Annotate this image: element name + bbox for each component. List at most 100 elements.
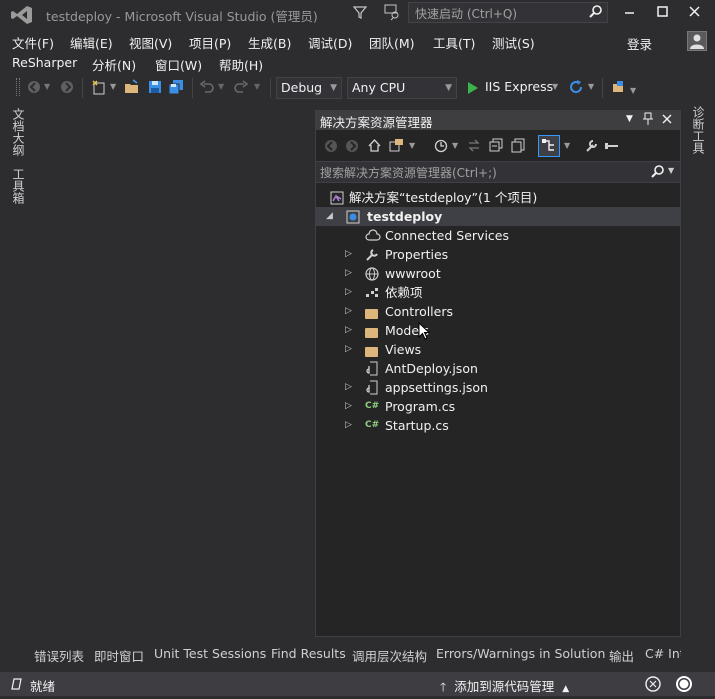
pin-icon[interactable] bbox=[642, 112, 654, 129]
tab-csharp-interactive[interactable]: C# Int bbox=[645, 646, 681, 661]
tree-item-startup-cs[interactable]: ▷ C# Startup.cs bbox=[316, 416, 680, 435]
collapsed-arrow-icon[interactable]: ▷ bbox=[345, 283, 352, 302]
menu-test[interactable]: 测试(S) bbox=[492, 33, 535, 52]
refresh-icon[interactable] bbox=[568, 79, 584, 99]
tree-item-models[interactable]: ▷ Models bbox=[316, 321, 680, 340]
tree-solution-node[interactable]: 解决方案“testdeploy”(1 个项目) bbox=[316, 188, 680, 207]
back-icon[interactable] bbox=[27, 80, 41, 98]
feedback-icon[interactable] bbox=[383, 3, 401, 21]
redo-dropdown-icon[interactable]: ▼ bbox=[254, 80, 260, 94]
tab-immediate-window[interactable]: 即时窗口 bbox=[94, 646, 144, 665]
preview-selected-icon[interactable] bbox=[604, 138, 620, 156]
redo-icon[interactable] bbox=[233, 79, 249, 99]
save-all-icon[interactable] bbox=[168, 79, 185, 99]
menu-window[interactable]: 窗口(W) bbox=[155, 55, 202, 74]
search-options-dropdown-icon[interactable]: ▼ bbox=[668, 166, 674, 175]
sync-with-document-button[interactable] bbox=[538, 135, 560, 157]
collapsed-arrow-icon[interactable]: ▷ bbox=[345, 245, 352, 264]
toolbar-overflow-icon[interactable]: ▼ bbox=[630, 84, 636, 98]
collapsed-arrow-icon[interactable]: ▷ bbox=[345, 321, 352, 340]
solution-config-select[interactable]: Debug ▼ bbox=[276, 77, 342, 99]
menu-view[interactable]: 视图(V) bbox=[129, 33, 172, 52]
tree-project-node[interactable]: ◢ testdeploy bbox=[316, 207, 680, 226]
menu-resharper[interactable]: ReSharper bbox=[12, 55, 77, 70]
collapsed-arrow-icon[interactable]: ▷ bbox=[345, 302, 352, 321]
collapsed-arrow-icon[interactable]: ▷ bbox=[345, 397, 352, 416]
undo-icon[interactable] bbox=[199, 79, 215, 99]
sync-icon[interactable] bbox=[467, 138, 481, 156]
open-file-icon[interactable] bbox=[124, 79, 140, 99]
tab-call-hierarchy[interactable]: 调用层次结构 bbox=[352, 646, 427, 665]
menu-analyze[interactable]: 分析(N) bbox=[92, 55, 136, 74]
switch-views-dropdown-icon[interactable]: ▼ bbox=[409, 141, 415, 150]
back-dropdown-icon[interactable]: ▼ bbox=[44, 80, 50, 94]
account-avatar-icon[interactable] bbox=[687, 31, 707, 51]
browser-link-icon[interactable] bbox=[612, 79, 628, 99]
tree-item-dependencies[interactable]: ▷ 依赖项 bbox=[316, 283, 680, 302]
panel-menu-dropdown-icon[interactable]: ▼ bbox=[626, 114, 633, 124]
undo-dropdown-icon[interactable]: ▼ bbox=[218, 80, 224, 94]
minimize-button[interactable] bbox=[622, 4, 638, 20]
login-link[interactable]: 登录 bbox=[627, 34, 652, 53]
quick-launch-input[interactable]: 快速启动 (Ctrl+Q) bbox=[408, 2, 608, 23]
filter-icon[interactable] bbox=[352, 4, 368, 20]
search-icon[interactable] bbox=[650, 164, 665, 182]
pending-dropdown-icon[interactable]: ▼ bbox=[452, 141, 458, 150]
tab-unit-test-sessions[interactable]: Unit Test Sessions bbox=[154, 646, 266, 661]
tree-item-wwwroot[interactable]: ▷ wwwroot bbox=[316, 264, 680, 283]
collapse-all-icon[interactable] bbox=[489, 138, 504, 156]
tree-item-antdeploy-json[interactable]: AntDeploy.json bbox=[316, 359, 680, 378]
collapsed-arrow-icon[interactable]: ▷ bbox=[345, 340, 352, 359]
notifications-icon[interactable] bbox=[674, 674, 694, 697]
diagnostic-tools-tab[interactable]: 诊断工具 bbox=[690, 106, 707, 154]
properties-wrench-icon[interactable] bbox=[584, 138, 599, 156]
refresh-dropdown-icon[interactable]: ▼ bbox=[588, 80, 594, 94]
toolbox-tab[interactable]: 工具箱 bbox=[10, 168, 27, 204]
show-all-files-icon[interactable] bbox=[511, 138, 526, 156]
switch-views-icon[interactable] bbox=[389, 138, 405, 156]
menu-file[interactable]: 文件(F) bbox=[12, 33, 54, 52]
tab-output[interactable]: 输出 bbox=[609, 646, 634, 665]
new-project-icon[interactable] bbox=[91, 79, 107, 99]
tree-item-properties[interactable]: ▷ Properties bbox=[316, 245, 680, 264]
new-dropdown-icon[interactable]: ▼ bbox=[110, 80, 116, 94]
tree-item-label: Startup.cs bbox=[385, 418, 449, 433]
expanded-arrow-icon[interactable]: ◢ bbox=[326, 207, 333, 226]
pending-changes-icon[interactable] bbox=[433, 138, 449, 156]
tab-errors-warnings[interactable]: Errors/Warnings in Solution bbox=[436, 646, 605, 661]
menu-debug[interactable]: 调试(D) bbox=[308, 33, 352, 52]
menu-tools[interactable]: 工具(T) bbox=[433, 33, 475, 52]
tab-find-results[interactable]: Find Results bbox=[271, 646, 346, 661]
platform-select[interactable]: Any CPU ▼ bbox=[347, 77, 457, 99]
tree-item-controllers[interactable]: ▷ Controllers bbox=[316, 302, 680, 321]
menu-project[interactable]: 项目(P) bbox=[189, 33, 231, 52]
collapsed-arrow-icon[interactable]: ▷ bbox=[345, 378, 352, 397]
run-target-dropdown-icon[interactable]: ▼ bbox=[552, 82, 558, 91]
tree-item-program-cs[interactable]: ▷ C# Program.cs bbox=[316, 397, 680, 416]
maximize-button[interactable] bbox=[655, 4, 671, 20]
menu-team[interactable]: 团队(M) bbox=[369, 33, 415, 52]
menu-build[interactable]: 生成(B) bbox=[248, 33, 291, 52]
save-icon[interactable] bbox=[147, 79, 163, 99]
tree-item-views[interactable]: ▷ Views bbox=[316, 340, 680, 359]
back-icon[interactable] bbox=[324, 139, 338, 156]
document-outline-tab[interactable]: 文档大纲 bbox=[10, 108, 27, 156]
solution-explorer-search-input[interactable]: 搜索解决方案资源管理器(Ctrl+;) ▼ bbox=[316, 161, 680, 183]
collapsed-arrow-icon[interactable]: ▷ bbox=[345, 264, 352, 283]
sync-dropdown-icon[interactable]: ▼ bbox=[564, 141, 570, 150]
start-debugging-button[interactable]: IIS Express ▼ bbox=[464, 77, 562, 99]
menu-edit[interactable]: 编辑(E) bbox=[70, 33, 113, 52]
search-icon[interactable] bbox=[588, 4, 603, 22]
collapsed-arrow-icon[interactable]: ▷ bbox=[345, 416, 352, 435]
tab-error-list[interactable]: 错误列表 bbox=[34, 646, 84, 665]
close-panel-icon[interactable] bbox=[661, 113, 673, 128]
home-icon[interactable] bbox=[367, 138, 382, 156]
solution-explorer-titlebar[interactable]: 解决方案资源管理器 ▼ bbox=[316, 110, 680, 130]
close-window-button[interactable] bbox=[687, 4, 703, 20]
menu-help[interactable]: 帮助(H) bbox=[219, 55, 263, 74]
forward-icon[interactable] bbox=[60, 80, 74, 98]
forward-icon[interactable] bbox=[345, 139, 359, 156]
tree-item-connected-services[interactable]: Connected Services bbox=[316, 226, 680, 245]
notification-sync-icon[interactable] bbox=[644, 675, 662, 696]
tree-item-appsettings-json[interactable]: ▷ appsettings.json bbox=[316, 378, 680, 397]
